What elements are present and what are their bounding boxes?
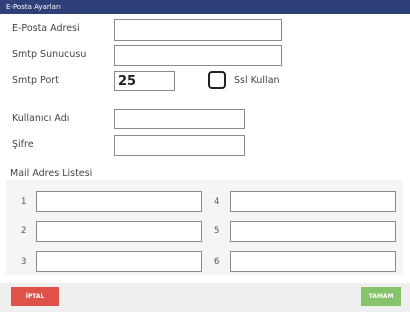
smtp-server-label: Smtp Sunucusu — [12, 49, 87, 60]
mail-list-title: Mail Adres Listesi — [10, 168, 93, 179]
email-field[interactable] — [114, 19, 282, 41]
mail-address-field-5[interactable] — [230, 221, 396, 242]
password-label: Şifre — [12, 139, 34, 150]
cancel-button[interactable]: İPTAL — [11, 287, 59, 306]
mail-address-field-3[interactable] — [36, 251, 202, 272]
ssl-label: Ssl Kullan — [234, 75, 280, 86]
username-field[interactable] — [114, 109, 245, 129]
mail-address-field-1[interactable] — [36, 191, 202, 212]
mail-number-2: 2 — [21, 226, 27, 236]
footer-bar — [0, 283, 410, 312]
mail-number-6: 6 — [214, 257, 220, 267]
password-field[interactable] — [114, 135, 245, 156]
email-label: E-Posta Adresi — [12, 23, 80, 34]
smtp-server-field[interactable] — [114, 45, 282, 66]
mail-address-field-2[interactable] — [36, 221, 202, 242]
mail-number-1: 1 — [21, 197, 27, 207]
mail-address-field-6[interactable] — [230, 251, 396, 272]
ssl-checkbox[interactable] — [208, 71, 226, 89]
mail-number-5: 5 — [214, 226, 220, 236]
mail-address-field-4[interactable] — [230, 191, 396, 212]
username-label: Kullanıcı Adı — [12, 113, 70, 124]
ok-button[interactable]: TAMAM — [361, 287, 401, 306]
smtp-port-label: Smtp Port — [12, 75, 59, 86]
window-title: E-Posta Ayarları — [0, 0, 410, 14]
mail-number-3: 3 — [21, 257, 27, 267]
smtp-port-field[interactable] — [114, 71, 175, 91]
mail-number-4: 4 — [214, 197, 220, 207]
